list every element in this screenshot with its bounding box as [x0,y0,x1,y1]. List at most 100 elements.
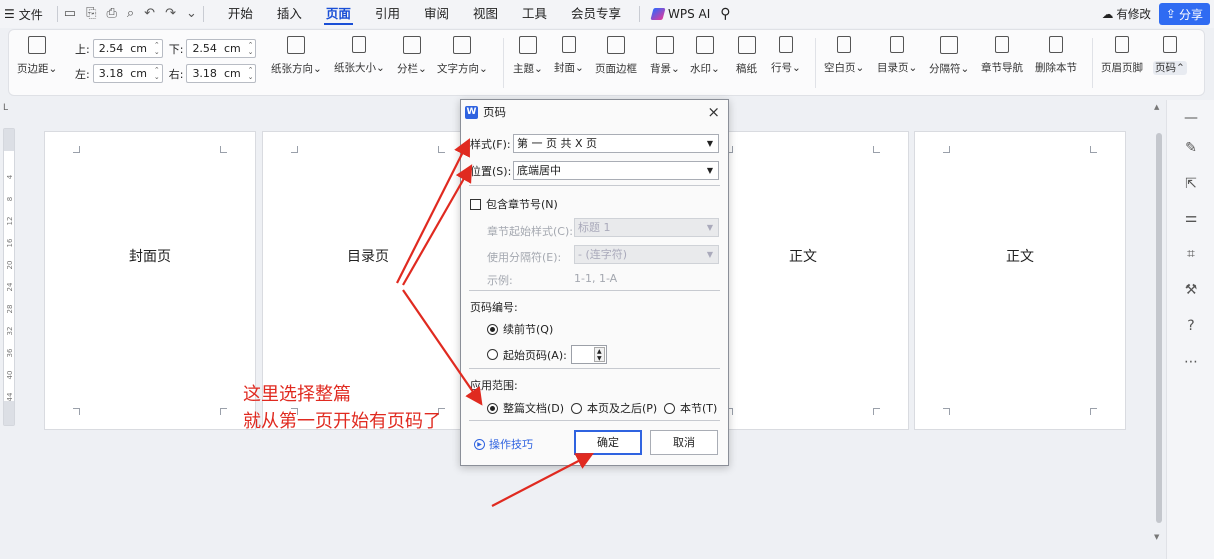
radio-button[interactable] [487,323,498,335]
margin-bottom-input[interactable]: 2.54 cm ⌃ ⌄ [186,39,257,58]
undo-icon[interactable]: ↶ [144,6,155,22]
continue-radio[interactable]: 续前节(Q) [487,321,553,337]
modified-status[interactable]: ☁ 有修改 [1102,6,1151,22]
vertical-scrollbar[interactable]: ▲ ▼ [1153,103,1163,559]
menu-references[interactable]: 引用 [363,0,412,28]
print-icon[interactable]: ⎙ [106,6,116,22]
redo-icon[interactable]: ↷ [165,6,176,22]
menu-page[interactable]: 页面 [314,0,363,28]
select-arrow-icon[interactable]: ⇱ [1183,176,1199,192]
menu-membership[interactable]: 会员专享 [559,0,633,28]
save-icon[interactable]: ▭ [64,6,76,22]
scroll-up-icon[interactable]: ▲ [1154,103,1159,111]
ruler-mark: 32 [6,326,14,336]
pen-icon[interactable]: ✎ [1183,140,1199,156]
radio-button[interactable] [487,402,498,414]
wps-ai-button[interactable]: WPS AI [646,7,716,21]
menu-insert[interactable]: 插入 [265,0,314,28]
collapse-icon[interactable]: — [1183,110,1199,126]
manuscript-button[interactable]: 稿纸 [736,36,757,76]
file-menu-label: 文件 [18,7,43,22]
menu-tools[interactable]: 工具 [510,0,559,28]
tips-link[interactable]: ▶ 操作技巧 [474,436,533,452]
tools-icon[interactable]: ⚒ [1183,282,1199,298]
margin-top-input[interactable]: 2.54 cm ⌃ ⌄ [92,39,163,58]
ok-button[interactable]: 确定 [574,430,642,455]
translate-icon[interactable]: ⌗ [1183,246,1199,262]
menu-view[interactable]: 视图 [461,0,510,28]
menu-home[interactable]: 开始 [216,0,265,28]
start-number-input[interactable]: ▲ ▼ [570,345,607,364]
radio-button[interactable] [571,402,582,414]
line-number-label: 行号⌄ [771,62,801,74]
section-nav-button[interactable]: 章节导航 [981,36,1023,75]
menu-review[interactable]: 审阅 [412,0,461,28]
section-nav-label: 章节导航 [981,62,1023,74]
file-menu[interactable]: ☰ 文件 [0,6,51,23]
include-chapter-checkbox[interactable]: 包含章节号(N) [470,196,558,212]
radio-button[interactable] [664,402,675,414]
margins-button[interactable]: 页边距⌄ [17,36,57,76]
theme-button[interactable]: 主题⌄ [513,36,543,76]
page-thumbnail[interactable]: 正文 [914,131,1126,430]
separator-value: - (连字符) [578,248,628,261]
delete-section-label: 删除本节 [1035,62,1077,74]
page-thumbnail[interactable]: 封面页 [44,131,256,430]
ruler-mark: 40 [6,370,14,380]
delete-section-button[interactable]: 删除本节 [1035,36,1077,75]
blank-page-label: 空白页⌄ [824,62,865,74]
scope-after-radio[interactable]: 本页及之后(P) [571,400,657,416]
more-icon[interactable]: ⋯ [1183,354,1199,370]
blank-page-button[interactable]: 空白页⌄ [824,36,864,75]
print-preview-icon[interactable]: ⌕ [127,6,134,22]
page-border-button[interactable]: 页面边框 [595,36,637,76]
watermark-button[interactable]: 水印⌄ [690,36,720,76]
line-number-button[interactable]: 行号⌄ [771,36,801,75]
margin-right-input[interactable]: 3.18 cm ⌃ ⌄ [186,64,257,83]
scope-after-label: 本页及之后(P) [587,402,658,415]
margin-top-row: 上: 2.54 cm ⌃ ⌄ [75,39,163,58]
scope-whole-radio[interactable]: 整篇文档(D) [487,400,564,416]
header-footer-button[interactable]: 页眉页脚 [1101,36,1143,75]
example-value-row: 1-1, 1-A [574,272,617,285]
scrollbar-thumb[interactable] [1156,133,1162,523]
divider [469,368,720,369]
text-direction-button[interactable]: 文字方向⌄ [437,36,488,76]
orientation-icon [287,36,306,54]
page-number-button[interactable]: 页码⌃ [1153,36,1187,75]
margin-left-input[interactable]: 3.18 cm ⌃ ⌄ [92,64,163,83]
margin-left-row: 左: 3.18 cm ⌃ ⌄ [75,64,163,83]
page-title: 正文 [1006,249,1034,265]
background-button[interactable]: 背景⌄ [650,36,680,76]
style-select[interactable]: 第 一 页 共 X 页 ▼ [513,134,719,153]
cover-button[interactable]: 封面⌄ [554,36,584,75]
toc-page-icon [890,36,905,53]
checkbox[interactable] [470,198,481,210]
page-title: 封面页 [129,249,171,265]
adjust-icon[interactable]: ⚌ [1183,210,1199,226]
chevron-down-icon[interactable]: ⌄ [186,6,197,22]
ruler-mark: 12 [6,216,14,226]
scroll-down-icon[interactable]: ▼ [1154,533,1159,541]
toc-page-button[interactable]: 目录页⌄ [877,36,917,75]
orientation-button[interactable]: 纸张方向⌄ [271,36,322,76]
ruler-corner: L [3,103,9,113]
spinner-icon[interactable]: ▲ ▼ [593,347,605,362]
start-number-radio[interactable]: 起始页码(A): ▲ ▼ [487,345,607,364]
help-icon[interactable]: ? [1183,318,1199,334]
wps-writer-icon: W [465,105,478,119]
scope-section-radio[interactable]: 本节(T) [664,400,717,416]
close-icon[interactable]: × [707,103,720,121]
search-icon[interactable]: ⚲ [720,6,730,22]
corner-mark [943,146,950,153]
share-button[interactable]: ⇪ 分享 [1158,3,1210,25]
chapter-style-value: 标题 1 [578,221,611,234]
paper-size-button[interactable]: 纸张大小⌄ [334,36,385,75]
export-icon[interactable]: ⎘ [86,6,96,22]
cancel-button[interactable]: 取消 [650,430,718,455]
radio-button[interactable] [487,349,498,360]
separator-button[interactable]: 分隔符⌄ [929,36,969,76]
position-row: 位置(S): [470,163,511,179]
columns-button[interactable]: 分栏⌄ [397,36,427,76]
position-select[interactable]: 底端居中 ▼ [513,161,719,180]
